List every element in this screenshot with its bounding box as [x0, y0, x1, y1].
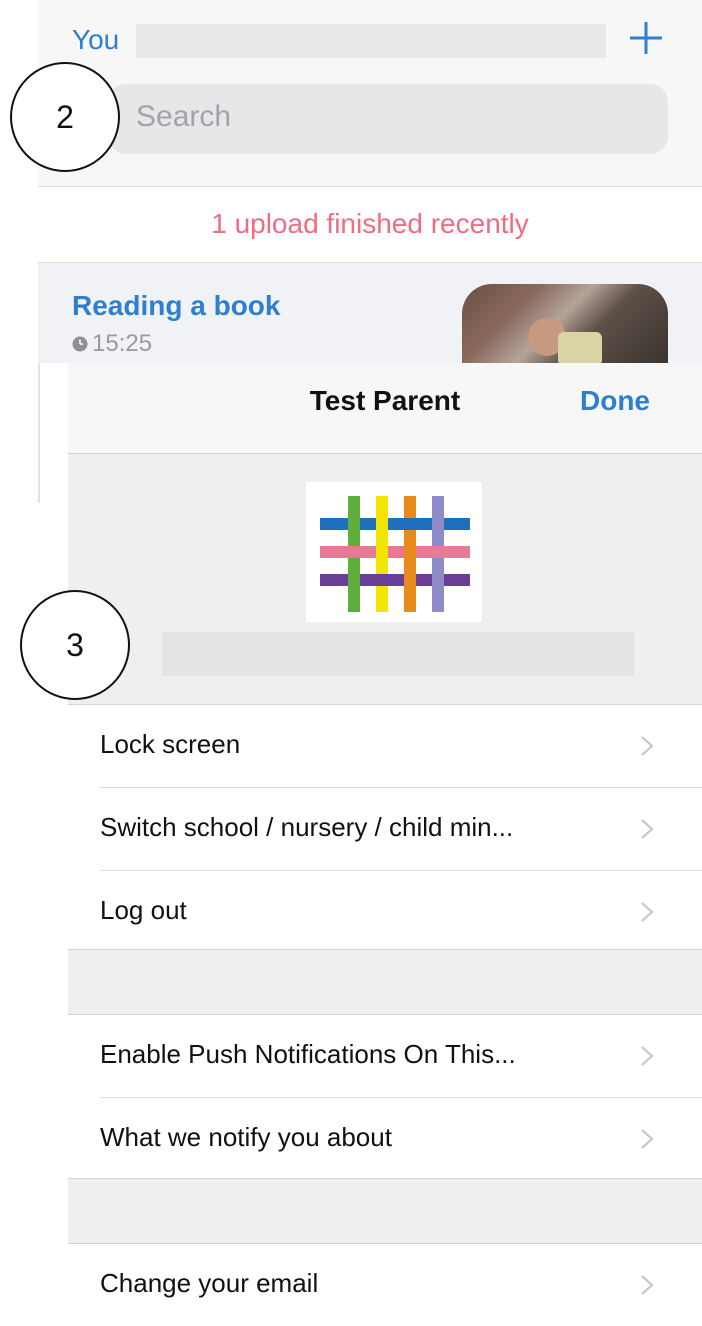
school-logo [306, 482, 482, 622]
sheet-header: Test Parent Done [68, 363, 702, 454]
plus-icon[interactable] [628, 20, 664, 56]
row-label: Change your email [100, 1268, 319, 1298]
entry-time: 15:25 [92, 330, 153, 357]
divider [38, 363, 40, 503]
upload-status-text[interactable]: 1 upload finished recently [38, 208, 702, 240]
callout-3: 3 [20, 590, 130, 700]
row-label: Switch school / nursery / child min... [100, 812, 514, 842]
redacted-name-bar [136, 24, 606, 58]
notify-about-row[interactable]: What we notify you about [68, 1098, 702, 1180]
clock-icon [72, 336, 88, 352]
woven-logo-icon [320, 496, 470, 612]
profile-sheet: Test Parent Done Lock screen Switch scho… [68, 363, 702, 1326]
section-gap [68, 950, 702, 1014]
push-notifications-row[interactable]: Enable Push Notifications On This... [68, 1015, 702, 1097]
entry-time-row: 15:25 [72, 330, 152, 358]
log-out-row[interactable]: Log out [68, 871, 702, 953]
profile-area [68, 454, 702, 704]
chevron-right-icon [641, 819, 654, 839]
chevron-right-icon [641, 1275, 654, 1295]
entry-thumbnail[interactable] [462, 284, 668, 366]
done-button[interactable]: Done [580, 385, 650, 417]
callout-2: 2 [10, 62, 120, 172]
divider [38, 186, 702, 187]
redacted-school-name [162, 632, 634, 676]
you-label: You [72, 24, 120, 55]
change-email-row[interactable]: Change your email [68, 1244, 702, 1326]
row-label: Log out [100, 895, 187, 925]
search-placeholder: Search [136, 100, 232, 133]
chevron-right-icon [641, 736, 654, 756]
lock-screen-row[interactable]: Lock screen [68, 705, 702, 787]
section-gap [68, 1179, 702, 1243]
row-label: Enable Push Notifications On This... [100, 1039, 516, 1069]
switch-school-row[interactable]: Switch school / nursery / child min... [68, 788, 702, 870]
entry-title[interactable]: Reading a book [72, 290, 280, 322]
chevron-right-icon [641, 902, 654, 922]
chevron-right-icon [641, 1129, 654, 1149]
row-label: What we notify you about [100, 1122, 392, 1152]
row-label: Lock screen [100, 729, 241, 759]
thumbnail-book-shape [558, 332, 602, 366]
chevron-right-icon [641, 1046, 654, 1066]
